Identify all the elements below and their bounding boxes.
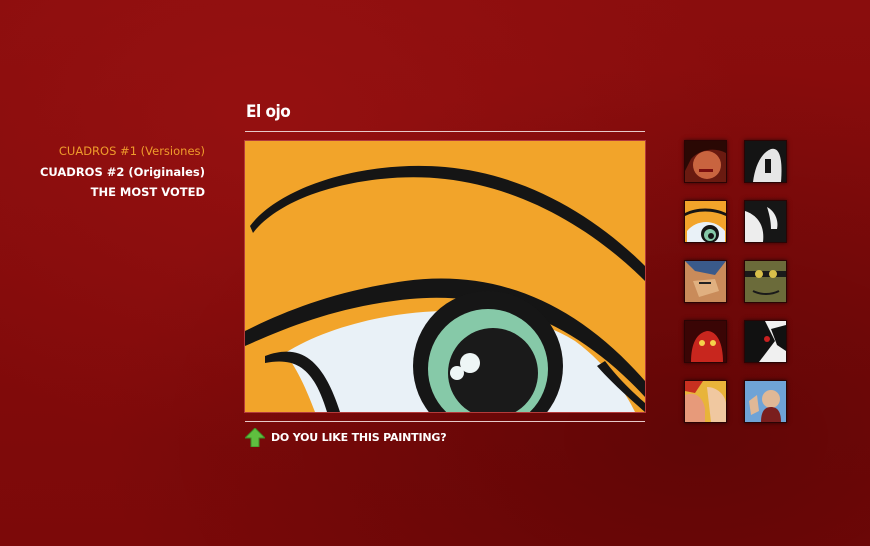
thumbnail-woman-face[interactable]	[684, 140, 727, 183]
thumbnail-green-villain[interactable]	[744, 260, 787, 303]
thumbs-up-arrow-icon	[245, 428, 265, 447]
thumbnail-eye[interactable]	[684, 200, 727, 243]
vote-label: DO YOU LIKE THIS PAINTING?	[271, 431, 447, 444]
thumbnail-red-devil[interactable]	[684, 320, 727, 363]
nav-item-most-voted[interactable]: THE MOST VOTED	[40, 182, 205, 203]
painting-divider	[245, 421, 645, 422]
painting-image	[245, 141, 645, 412]
category-nav: CUADROS #1 (Versiones) CUADROS #2 (Origi…	[40, 141, 205, 203]
thumbnail-comic-face[interactable]	[684, 260, 727, 303]
title-divider	[245, 131, 645, 132]
nav-item-cuadros-1[interactable]: CUADROS #1 (Versiones)	[40, 141, 205, 162]
thumbnail-bw-face[interactable]	[744, 200, 787, 243]
vote-button[interactable]: DO YOU LIKE THIS PAINTING?	[245, 428, 447, 447]
thumbnail-bw-figure[interactable]	[744, 140, 787, 183]
thumbnail-blue-comic[interactable]	[744, 380, 787, 423]
nav-item-cuadros-2[interactable]: CUADROS #2 (Originales)	[40, 162, 205, 183]
thumbnail-bw-hero[interactable]	[744, 320, 787, 363]
painting-title: El ojo	[246, 102, 291, 122]
thumbnail-comic-couple[interactable]	[684, 380, 727, 423]
